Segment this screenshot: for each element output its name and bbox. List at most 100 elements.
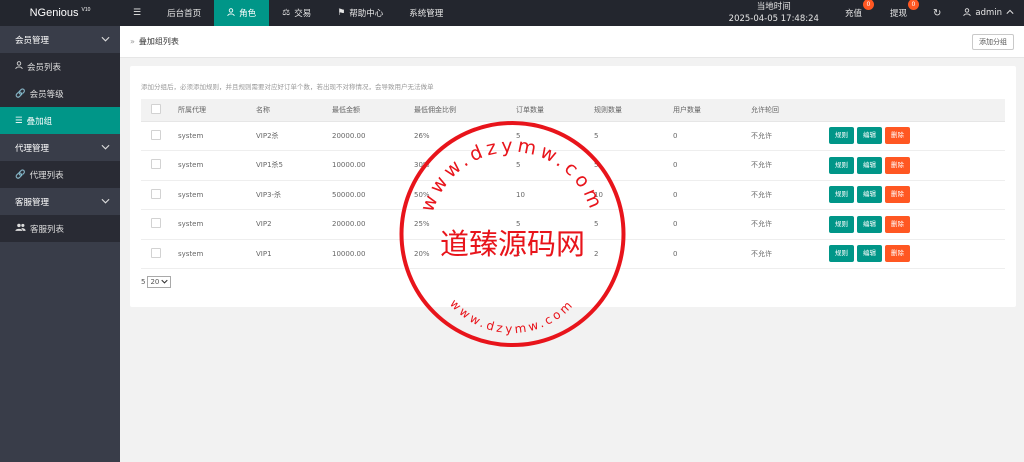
table-row: system VIP2杀 20000.00 26% 5 5 0 不允许 规则 编辑… bbox=[141, 121, 1005, 151]
column-header: 最低金额 bbox=[332, 99, 414, 122]
row-select[interactable] bbox=[141, 180, 178, 210]
sidebar-item-member-list[interactable]: 会员列表 bbox=[0, 53, 120, 80]
rule-button[interactable]: 规则 bbox=[829, 215, 854, 233]
cell-loop: 不允许 bbox=[751, 180, 829, 210]
sidebar-group-service[interactable]: 客服管理 bbox=[0, 188, 120, 215]
cell-ratio: 20% bbox=[414, 239, 516, 269]
cell-name: VIP2 bbox=[256, 209, 332, 240]
row-select[interactable] bbox=[141, 209, 178, 240]
rule-button[interactable]: 规则 bbox=[829, 127, 854, 145]
rule-button[interactable]: 规则 bbox=[829, 245, 854, 263]
column-header: 用户数量 bbox=[673, 99, 751, 122]
nav-item-system[interactable]: 系统管理 bbox=[396, 0, 456, 26]
withdraw-badge: 0 bbox=[907, 0, 919, 10]
nav-item-home[interactable]: 后台首页 bbox=[154, 0, 214, 26]
app-logo[interactable]: NGenious V10 bbox=[0, 0, 120, 26]
edit-button[interactable]: 编辑 bbox=[857, 245, 882, 263]
cell-users: 0 bbox=[673, 209, 751, 240]
add-group-button[interactable]: 添加分组 bbox=[972, 33, 1014, 50]
cell-rules: 2 bbox=[594, 239, 673, 269]
pagination: 5 20 bbox=[141, 276, 172, 288]
recharge-button[interactable]: 充值 0 bbox=[831, 0, 876, 26]
cell-name: VIP1 bbox=[256, 239, 332, 269]
cell-orders: 10 bbox=[516, 180, 594, 210]
checkbox[interactable] bbox=[151, 218, 161, 229]
delete-button[interactable]: 删除 bbox=[885, 186, 910, 204]
delete-button[interactable]: 删除 bbox=[885, 245, 910, 263]
checkbox[interactable] bbox=[151, 247, 161, 258]
cell-rules: 5 bbox=[594, 209, 673, 240]
user-menu[interactable]: admin bbox=[953, 7, 1024, 19]
column-header: 订单数量 bbox=[516, 99, 594, 122]
row-select[interactable] bbox=[141, 150, 178, 181]
row-select[interactable] bbox=[141, 239, 178, 269]
cell-name: VIP2杀 bbox=[256, 121, 332, 151]
cell-ratio: 50% bbox=[414, 180, 516, 210]
nav-item-label: 系统管理 bbox=[409, 9, 444, 19]
cell-loop: 不允许 bbox=[751, 239, 829, 269]
refresh-button[interactable]: ↻ bbox=[921, 8, 953, 19]
table-row: system VIP1 10000.00 20% 2 2 0 不允许 规则 编辑删… bbox=[141, 239, 1005, 269]
nav-item-label: 帮助中心 bbox=[349, 9, 384, 19]
chevron-down-icon bbox=[161, 278, 169, 286]
top-right-area: 当地时间 2025-04-05 17:48:24 充值 0 提现 0 ↻ adm… bbox=[717, 0, 1024, 26]
top-nav: ☰ 后台首页 角色 ⚖ 交易 ⚑ 帮助中心 系统管理 bbox=[120, 0, 456, 26]
menu-icon: ☰ bbox=[133, 8, 142, 18]
cell-rules: 5 bbox=[594, 150, 673, 181]
page-size-select[interactable]: 20 bbox=[147, 276, 172, 288]
delete-button[interactable]: 删除 bbox=[885, 215, 910, 233]
cell-min-amount: 10000.00 bbox=[332, 150, 414, 181]
cell-agent: system bbox=[178, 150, 256, 181]
sidebar-item-member-level[interactable]: 🔗 会员等级 bbox=[0, 80, 120, 107]
cell-min-amount: 20000.00 bbox=[332, 121, 414, 151]
edit-button[interactable]: 编辑 bbox=[857, 156, 882, 174]
withdraw-button[interactable]: 提现 0 bbox=[876, 0, 921, 26]
cell-ratio: 25% bbox=[414, 209, 516, 240]
logo-text: NGenious bbox=[29, 7, 79, 19]
list-icon: ☰ bbox=[15, 115, 23, 126]
checkbox[interactable] bbox=[151, 129, 161, 140]
user-icon bbox=[15, 61, 23, 72]
sidebar-item-service-list[interactable]: 客服列表 bbox=[0, 215, 120, 242]
table-row: system VIP3-杀 50000.00 50% 10 10 0 不允许 规… bbox=[141, 180, 1005, 210]
checkbox[interactable] bbox=[151, 103, 161, 114]
sidebar-item-agent-list[interactable]: 🔗 代理列表 bbox=[0, 161, 120, 188]
edit-button[interactable]: 编辑 bbox=[857, 215, 882, 233]
sidebar-group-agents[interactable]: 代理管理 bbox=[0, 134, 120, 161]
cell-actions: 规则 编辑 删除 bbox=[829, 150, 1005, 181]
rule-button[interactable]: 规则 bbox=[829, 186, 854, 204]
cell-rules: 5 bbox=[594, 121, 673, 151]
clock-value: 2025-04-05 17:48:24 bbox=[728, 14, 819, 24]
cell-orders: 5 bbox=[516, 150, 594, 181]
content-card: 添加分组后，必须添加规则，并且规则需要对应好订单个数，若出现不对称情况，会导致用… bbox=[130, 66, 1016, 307]
header-select-all[interactable] bbox=[141, 99, 178, 122]
chevron-down-icon bbox=[101, 35, 110, 44]
sidebar-item-label: 客服列表 bbox=[30, 224, 65, 235]
sidebar-item-overlay-group[interactable]: ☰ 叠加组 bbox=[0, 107, 120, 134]
user-icon bbox=[227, 7, 235, 19]
nav-item-trade[interactable]: ⚖ 交易 bbox=[269, 0, 324, 26]
edit-button[interactable]: 编辑 bbox=[857, 186, 882, 204]
rule-button[interactable]: 规则 bbox=[829, 156, 854, 174]
delete-button[interactable]: 删除 bbox=[885, 127, 910, 145]
cell-loop: 不允许 bbox=[751, 150, 829, 181]
menu-toggle-button[interactable]: ☰ bbox=[120, 0, 154, 26]
scale-icon: ⚖ bbox=[282, 8, 291, 18]
sidebar-item-label: 会员列表 bbox=[27, 62, 62, 73]
sidebar-group-label: 客服管理 bbox=[15, 197, 50, 208]
row-select[interactable] bbox=[141, 121, 178, 151]
nav-item-role[interactable]: 角色 bbox=[214, 0, 270, 26]
checkbox[interactable] bbox=[151, 159, 161, 170]
cell-loop: 不允许 bbox=[751, 121, 829, 151]
checkbox[interactable] bbox=[151, 188, 161, 199]
delete-button[interactable]: 删除 bbox=[885, 156, 910, 174]
column-header: 允许轮回 bbox=[751, 99, 829, 122]
sidebar-group-members[interactable]: 会员管理 bbox=[0, 26, 120, 53]
chevron-down-icon bbox=[101, 143, 110, 152]
cell-actions: 规则 编辑 删除 bbox=[829, 180, 1005, 210]
edit-button[interactable]: 编辑 bbox=[857, 127, 882, 145]
nav-item-help[interactable]: ⚑ 帮助中心 bbox=[324, 0, 396, 26]
user-name: admin bbox=[975, 8, 1002, 18]
cell-actions: 规则 编辑 删除 bbox=[829, 121, 1005, 151]
cell-orders: 5 bbox=[516, 121, 594, 151]
